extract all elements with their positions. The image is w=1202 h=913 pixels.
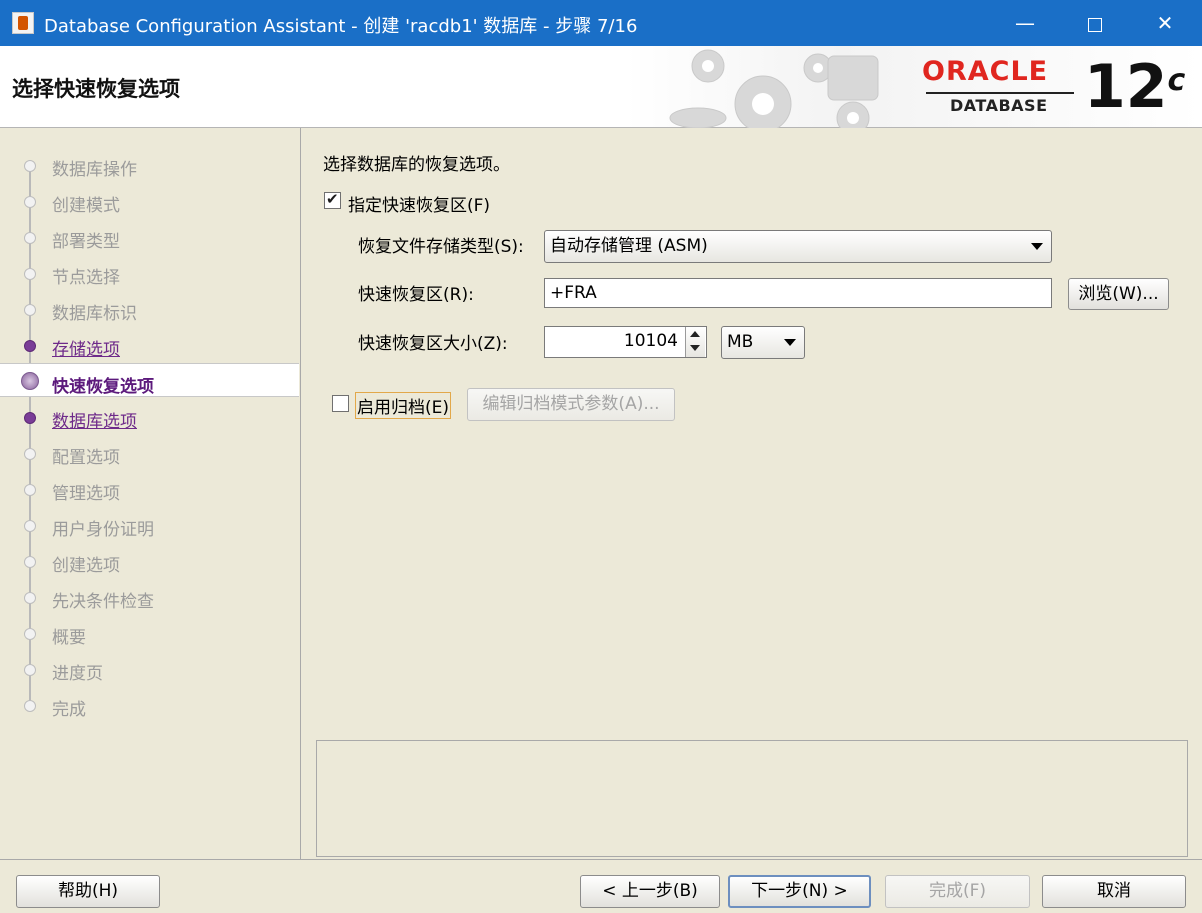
next-button[interactable]: 下一步(N) >	[728, 875, 871, 908]
step-marker-icon	[24, 412, 36, 424]
fra-size-input[interactable]: 10104	[544, 326, 707, 358]
header-banner: 选择快速恢复选项 ORACLE DATABASE 12c	[0, 46, 1202, 128]
step-marker-icon	[24, 664, 36, 676]
nav-step-item: 数据库操作	[0, 147, 299, 181]
maximize-icon	[1088, 17, 1102, 32]
oracle-brand-text: ORACLE	[922, 56, 1049, 87]
nav-step-item: 完成	[0, 687, 299, 721]
cancel-button[interactable]: 取消	[1042, 875, 1186, 908]
nav-step-item: 创建选项	[0, 543, 299, 577]
nav-step-label: 完成	[52, 700, 86, 720]
oracle-logo: ORACLE DATABASE	[918, 56, 1078, 118]
nav-step-label: 配置选项	[52, 448, 120, 468]
nav-step-item: 创建模式	[0, 183, 299, 217]
version-number: 12	[1084, 52, 1168, 122]
version-badge: 12c	[1084, 52, 1185, 122]
fra-size-unit-value: MB	[727, 332, 754, 352]
nav-step-label: 先决条件检查	[52, 592, 154, 612]
nav-step-label: 进度页	[52, 664, 103, 684]
minimize-button[interactable]: —	[990, 0, 1060, 46]
chevron-down-icon	[784, 339, 796, 346]
step-marker-icon	[24, 556, 36, 568]
help-button[interactable]: 帮助(H)	[16, 875, 160, 908]
gears-decoration-icon	[669, 49, 879, 128]
storage-type-label: 恢复文件存储类型(S):	[358, 237, 524, 257]
storage-type-select[interactable]: 自动存储管理 (ASM)	[544, 230, 1052, 263]
nav-step-label: 存储选项	[52, 340, 120, 360]
title-bar: Database Configuration Assistant - 创建 'r…	[0, 0, 1202, 46]
nav-step-label: 节点选择	[52, 268, 120, 288]
storage-type-value: 自动存储管理 (ASM)	[550, 236, 708, 256]
step-marker-icon	[24, 520, 36, 532]
fra-location-input[interactable]: +FRA	[544, 278, 1052, 308]
main-content: 选择数据库的恢复选项。 指定快速恢复区(F) 恢复文件存储类型(S): 自动存储…	[302, 128, 1202, 859]
nav-step-item: 先决条件检查	[0, 579, 299, 613]
edit-archive-params-button[interactable]: 编辑归档模式参数(A)...	[467, 388, 675, 421]
enable-archiving-label[interactable]: 启用归档(E)	[355, 392, 452, 419]
nav-step-item[interactable]: 数据库选项	[0, 399, 299, 433]
nav-step-item: 进度页	[0, 651, 299, 685]
close-button[interactable]: ✕	[1130, 0, 1200, 46]
window-title: Database Configuration Assistant - 创建 'r…	[44, 16, 638, 37]
maximize-button[interactable]	[1060, 0, 1130, 46]
java-app-icon	[12, 12, 34, 34]
nav-step-item: 概要	[0, 615, 299, 649]
nav-step-item: 用户身份证明	[0, 507, 299, 541]
stepper-down-icon[interactable]	[690, 345, 700, 351]
logo-divider	[926, 92, 1074, 94]
step-marker-icon	[24, 448, 36, 460]
step-marker-icon	[24, 592, 36, 604]
intro-text: 选择数据库的恢复选项。	[323, 155, 510, 175]
step-marker-icon	[24, 700, 36, 712]
nav-step-label: 概要	[52, 628, 86, 648]
finish-button[interactable]: 完成(F)	[885, 875, 1030, 908]
version-suffix: c	[1167, 63, 1186, 98]
nav-step-label: 数据库操作	[52, 160, 137, 180]
chevron-down-icon	[1031, 243, 1043, 250]
step-marker-icon	[24, 304, 36, 316]
back-button[interactable]: < 上一步(B)	[580, 875, 720, 908]
nav-step-item: 部署类型	[0, 219, 299, 253]
nav-step-item: 配置选项	[0, 435, 299, 469]
stepper-up-icon[interactable]	[690, 331, 700, 337]
browse-button[interactable]: 浏览(W)...	[1068, 278, 1169, 310]
fra-size-label: 快速恢复区大小(Z):	[358, 334, 508, 354]
wizard-footer: 帮助(H) < 上一步(B) 下一步(N) > 完成(F) 取消	[0, 859, 1202, 913]
step-marker-icon	[24, 484, 36, 496]
fra-size-unit-select[interactable]: MB	[721, 326, 805, 359]
nav-step-label: 管理选项	[52, 484, 120, 504]
nav-step-item: 管理选项	[0, 471, 299, 505]
enable-archiving-checkbox[interactable]	[332, 395, 349, 412]
step-marker-icon	[24, 340, 36, 352]
fra-location-label: 快速恢复区(R):	[358, 285, 474, 305]
nav-step-label: 数据库选项	[52, 412, 137, 432]
nav-step-label: 创建选项	[52, 556, 120, 576]
oracle-product-text: DATABASE	[950, 96, 1048, 115]
step-marker-icon	[24, 160, 36, 172]
step-navigation: 数据库操作创建模式部署类型节点选择数据库标识存储选项快速恢复选项 数据库选项配置选…	[0, 128, 301, 859]
nav-step-label: 数据库标识	[52, 304, 137, 324]
nav-step-item[interactable]: 存储选项	[0, 327, 299, 361]
message-area	[316, 740, 1188, 857]
specify-fra-checkbox[interactable]	[324, 190, 341, 209]
nav-step-item: 数据库标识	[0, 291, 299, 325]
step-marker-icon	[24, 268, 36, 280]
step-marker-icon	[24, 628, 36, 640]
fra-size-stepper[interactable]	[685, 327, 705, 357]
step-marker-icon	[21, 372, 39, 390]
page-title: 选择快速恢复选项	[12, 77, 180, 101]
nav-step-label: 快速恢复选项	[52, 377, 154, 397]
nav-step-label: 部署类型	[52, 232, 120, 252]
nav-step-item: 节点选择	[0, 255, 299, 289]
nav-step-label: 创建模式	[52, 196, 120, 216]
nav-step-item[interactable]: 快速恢复选项	[0, 363, 299, 397]
step-marker-icon	[24, 232, 36, 244]
nav-step-label: 用户身份证明	[52, 520, 154, 540]
step-marker-icon	[24, 196, 36, 208]
specify-fra-label[interactable]: 指定快速恢复区(F)	[348, 191, 490, 216]
